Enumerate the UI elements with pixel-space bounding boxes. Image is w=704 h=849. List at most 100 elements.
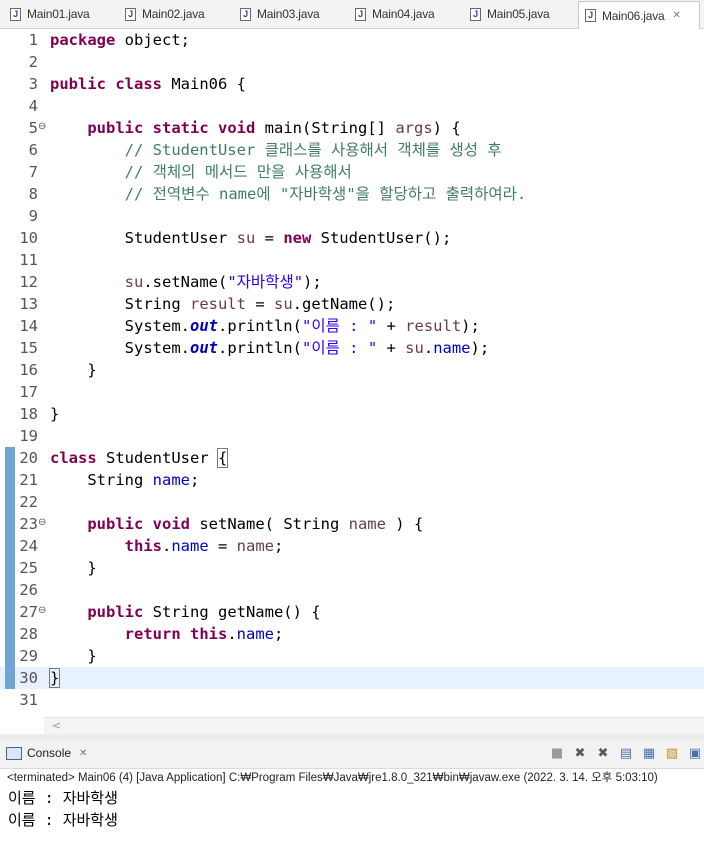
code-editor[interactable]: 1 package object; 2 3 public class Main06 …: [0, 29, 704, 717]
line-code: public String getName() {: [87, 603, 321, 621]
line-code: }: [50, 559, 97, 577]
java-file-icon: J: [240, 7, 251, 21]
line-number: 20: [19, 449, 38, 467]
line-code: }: [50, 405, 60, 423]
java-file-icon: J: [125, 7, 136, 21]
remove-launch-icon[interactable]: ✖: [571, 745, 589, 762]
code-line: 31: [0, 689, 704, 711]
tab-label: Main03.java: [257, 7, 320, 21]
line-number: 25: [19, 559, 38, 577]
code-line: 10 StudentUser su = new StudentUser();: [0, 227, 704, 249]
code-line: 7 // 객체의 메서드 만을 사용해서: [0, 161, 704, 183]
line-number: 4: [28, 97, 38, 115]
line-number: 22: [19, 493, 38, 511]
horizontal-scrollbar[interactable]: <: [44, 717, 704, 734]
code-line: 23 ⊖ public void setName( String name ) {: [0, 513, 704, 535]
code-line: 17: [0, 381, 704, 403]
line-number: 16: [19, 361, 38, 379]
line-number: 19: [19, 427, 38, 445]
console-output-line: 이름 : 자바학생: [8, 789, 118, 807]
pin-console-icon[interactable]: ▦: [640, 745, 658, 762]
line-code: this.name = name;: [124, 537, 284, 555]
code-line: 5 ⊖ public static void main(String[] args…: [0, 117, 704, 139]
line-number: 26: [19, 581, 38, 599]
java-file-icon: J: [470, 7, 481, 21]
tab-main02[interactable]: J Main02.java: [125, 2, 229, 26]
code-line: 26: [0, 579, 704, 601]
line-number: 30: [19, 669, 38, 687]
line-number: 8: [28, 185, 38, 203]
code-line: 8 // 전역변수 name에 "자바학생"을 할당하고 출력하여라.: [0, 183, 704, 205]
line-code: // 객체의 메서드 만을 사용해서: [50, 163, 352, 181]
console-header: Console ✕ ■ ✖ ✖ ▤ ▦ ▧ ▣: [0, 740, 704, 769]
line-code: }: [48, 668, 61, 688]
tab-main01[interactable]: J Main01.java: [10, 2, 114, 26]
line-number: 10: [19, 229, 38, 247]
code-line: 25 }: [0, 557, 704, 579]
line-code: public void setName( String name ) {: [87, 515, 424, 533]
tab-main03[interactable]: J Main03.java: [240, 2, 344, 26]
text-caret: [59, 669, 61, 686]
line-code: su.setName("자바학생");: [124, 273, 322, 291]
java-file-icon: J: [10, 7, 21, 21]
console-status-text: <terminated> Main06 (4) [Java Applicatio…: [7, 772, 658, 784]
line-code: System.out.println("이름 : " + su.name);: [50, 339, 490, 357]
code-line: 20 class StudentUser {: [0, 447, 704, 469]
code-line: 13 String result = su.getName();: [0, 293, 704, 315]
fold-toggle-icon[interactable]: ⊖: [38, 517, 46, 529]
java-file-icon: J: [355, 7, 366, 21]
console-output-line: 이름 : 자바학생: [8, 811, 118, 829]
line-number: 17: [19, 383, 38, 401]
line-number: 12: [19, 273, 38, 291]
console-toolbar: ■ ✖ ✖ ▤ ▦ ▧ ▣: [543, 745, 704, 762]
tab-main05[interactable]: J Main05.java: [470, 2, 574, 26]
tab-console[interactable]: Console ✕: [6, 746, 87, 760]
current-code-line: 30}: [0, 667, 704, 689]
line-number: 13: [19, 295, 38, 313]
code-line: 1 package object;: [0, 29, 704, 51]
tab-label: Main02.java: [142, 7, 205, 21]
line-code: public static void main(String[] args) {: [87, 119, 461, 137]
code-line: 28 return this.name;: [0, 623, 704, 645]
terminate-icon[interactable]: ■: [548, 745, 566, 762]
line-number: 3: [28, 75, 38, 93]
remove-all-terminated-icon[interactable]: ✖: [594, 745, 612, 762]
fold-toggle-icon[interactable]: ⊖: [38, 605, 46, 617]
word-wrap-icon[interactable]: ▧: [663, 745, 681, 762]
close-icon[interactable]: ✕: [79, 748, 87, 759]
line-number: 21: [19, 471, 38, 489]
line-number: 24: [19, 537, 38, 555]
tab-label: Main05.java: [487, 7, 550, 21]
code-line: 18}: [0, 403, 704, 425]
tab-main06[interactable]: J Main06.java ✕: [578, 1, 700, 29]
line-number: 6: [28, 141, 38, 159]
line-code: String result = su.getName();: [50, 295, 396, 313]
line-number: 18: [19, 405, 38, 423]
line-code: class StudentUser {: [50, 448, 229, 468]
code-line: 16 }: [0, 359, 704, 381]
code-line: 4: [0, 95, 704, 117]
line-number: 27: [19, 603, 38, 621]
line-code: String name;: [50, 471, 200, 489]
fold-toggle-icon[interactable]: ⊖: [38, 121, 46, 133]
code-line: 2: [0, 51, 704, 73]
editor-tab-bar: J Main01.java J Main02.java J Main03.jav…: [0, 0, 704, 29]
line-code: return this.name;: [124, 625, 284, 643]
code-line: 11: [0, 249, 704, 271]
line-code: package object;: [50, 31, 190, 49]
display-selected-console-icon[interactable]: ▣: [686, 745, 704, 762]
code-line: 6 // StudentUser 클래스를 사용해서 객체를 생성 후: [0, 139, 704, 161]
code-line: 3 public class Main06 {: [0, 73, 704, 95]
code-line: 29 }: [0, 645, 704, 667]
console-icon: [6, 746, 22, 760]
tab-main04[interactable]: J Main04.java: [355, 2, 459, 26]
scroll-left-icon[interactable]: <: [52, 719, 61, 732]
scroll-lock-icon[interactable]: ▤: [617, 745, 635, 762]
console-tab-label: Console: [27, 746, 72, 760]
line-code: System.out.println("이름 : " + result);: [50, 317, 480, 335]
line-number: 29: [19, 647, 38, 665]
line-number: 23: [19, 515, 38, 533]
close-icon[interactable]: ✕: [673, 10, 681, 21]
code-line: 9: [0, 205, 704, 227]
code-line: 12 su.setName("자바학생");: [0, 271, 704, 293]
